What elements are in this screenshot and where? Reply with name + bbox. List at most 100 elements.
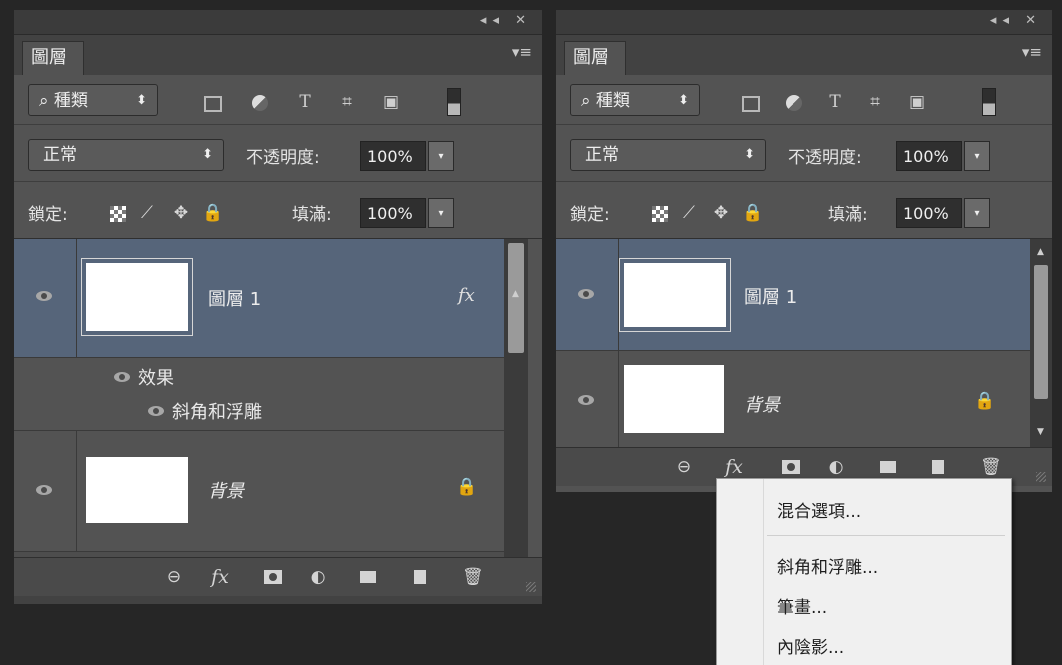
delete-layer-icon[interactable]: 🗑	[980, 457, 1002, 477]
adjustment-layer-icon[interactable]: ◐	[826, 457, 846, 477]
new-layer-icon[interactable]	[414, 570, 426, 584]
lock-image-pixels-icon[interactable]: ⟋	[138, 203, 156, 223]
menu-item-inner-shadow[interactable]: 內陰影...	[777, 633, 844, 658]
visibility-column	[556, 351, 619, 447]
filter-toggle[interactable]	[447, 88, 461, 116]
filter-kind-select[interactable]: ⌕ 種類 ⬍	[570, 84, 700, 116]
adjustment-filter-icon[interactable]	[252, 95, 268, 111]
visibility-column	[14, 239, 77, 357]
opacity-input[interactable]: 100%	[896, 141, 962, 171]
opacity-input[interactable]: 100%	[360, 141, 426, 171]
scrollbar-thumb[interactable]	[1034, 265, 1048, 399]
fx-button[interactable]: fx	[724, 456, 744, 478]
lock-position-icon[interactable]: ✥	[172, 203, 190, 223]
lock-transparent-pixels-icon[interactable]	[110, 206, 126, 222]
lock-transparent-pixels-icon[interactable]	[652, 206, 668, 222]
layer-thumbnail[interactable]	[619, 258, 731, 332]
menu-item-blending-options[interactable]: 混合選項...	[777, 497, 861, 522]
blend-mode-select[interactable]: 正常 ⬍	[28, 139, 224, 171]
layer-row-background[interactable]: 背景 🔒	[14, 431, 504, 552]
pixel-filter-icon[interactable]	[204, 96, 222, 112]
effects-label[interactable]: 效果	[138, 364, 174, 390]
layers-scrollbar[interactable]: ▲	[504, 239, 528, 557]
window-controls[interactable]: ◂◂ ✕	[480, 13, 532, 28]
shape-filter-icon[interactable]: ⌗	[338, 92, 356, 112]
resize-grip-icon[interactable]	[526, 582, 536, 592]
layer-name[interactable]: 圖層 1	[744, 283, 797, 309]
effect-item-bevel-emboss[interactable]: 斜角和浮雕	[172, 398, 262, 424]
lock-row: 鎖定: ⟋ ✥ 🔒 填滿: 100% ▾	[14, 182, 542, 239]
tab-row: 圖層 ▾≡	[556, 35, 1052, 75]
layer-row-layer1[interactable]: 圖層 1	[556, 239, 1030, 351]
lock-all-icon[interactable]: 🔒	[202, 203, 223, 223]
scroll-up-arrow-icon[interactable]: ▲	[1037, 247, 1044, 257]
window-controls[interactable]: ◂◂ ✕	[990, 13, 1042, 28]
blend-mode-select[interactable]: 正常 ⬍	[570, 139, 766, 171]
layer-thumbnail[interactable]	[81, 258, 193, 336]
eye-icon[interactable]	[578, 395, 594, 405]
smart-object-filter-icon[interactable]: ▣	[908, 92, 926, 112]
layer-row-background[interactable]: 背景 🔒	[556, 351, 1030, 447]
layers-bottom-bar: ⊖ fx ◐ 🗑	[14, 557, 542, 596]
layers-list[interactable]: 圖層 1 背景 🔒	[556, 239, 1030, 447]
menu-item-stroke[interactable]: 筆畫...	[777, 593, 827, 618]
layer-thumbnail[interactable]	[86, 457, 188, 523]
scroll-down-arrow-icon[interactable]: ▼	[1037, 427, 1044, 437]
lock-position-icon[interactable]: ✥	[712, 203, 730, 223]
new-group-icon[interactable]	[360, 571, 376, 583]
fx-icon[interactable]: fx	[458, 285, 475, 306]
type-filter-icon[interactable]: T	[296, 92, 314, 112]
link-layers-icon[interactable]: ⊖	[674, 457, 694, 477]
adjustment-layer-icon[interactable]: ◐	[308, 567, 328, 587]
filter-kind-select[interactable]: ⌕ 種類 ⬍	[28, 84, 158, 116]
select-arrow-icon: ⬍	[202, 147, 213, 162]
eye-icon[interactable]	[36, 485, 52, 495]
layers-scrollbar[interactable]: ▲ ▼	[1030, 239, 1052, 447]
smart-object-filter-icon[interactable]: ▣	[382, 92, 400, 112]
panel-menu-icon[interactable]: ▾≡	[1022, 43, 1042, 61]
fill-dropdown-button[interactable]: ▾	[428, 198, 454, 228]
fill-dropdown-button[interactable]: ▾	[964, 198, 990, 228]
link-layers-icon[interactable]: ⊖	[164, 567, 184, 587]
fill-input[interactable]: 100%	[896, 198, 962, 228]
tab-row: 圖層 ▾≡	[14, 35, 542, 75]
pixel-filter-icon[interactable]	[742, 96, 760, 112]
filter-kind-label: ⌕ 種類	[39, 91, 88, 111]
eye-icon[interactable]	[578, 289, 594, 299]
layer-row-layer1[interactable]: 圖層 1 fx	[14, 239, 504, 358]
add-mask-icon[interactable]	[264, 570, 282, 584]
filter-toggle[interactable]	[982, 88, 996, 116]
resize-grip-icon[interactable]	[1036, 472, 1046, 482]
eye-icon[interactable]	[114, 372, 130, 382]
delete-layer-icon[interactable]: 🗑	[462, 567, 484, 587]
lock-all-icon[interactable]: 🔒	[742, 203, 763, 223]
visibility-column	[556, 239, 619, 350]
adjustment-filter-icon[interactable]	[786, 95, 802, 111]
layer-thumbnail[interactable]	[624, 365, 724, 433]
tab-layers[interactable]: 圖層	[564, 41, 626, 75]
layer-name[interactable]: 背景	[744, 391, 780, 417]
shape-filter-icon[interactable]: ⌗	[866, 92, 884, 112]
opacity-dropdown-button[interactable]: ▾	[428, 141, 454, 171]
lock-icon: 🔒	[974, 391, 996, 411]
layer-name[interactable]: 背景	[208, 477, 244, 503]
panel-resize-bar[interactable]	[14, 596, 542, 604]
type-filter-icon[interactable]: T	[826, 92, 844, 112]
eye-icon[interactable]	[148, 406, 164, 416]
layer-name[interactable]: 圖層 1	[208, 285, 261, 311]
add-mask-icon[interactable]	[782, 460, 800, 474]
fill-input[interactable]: 100%	[360, 198, 426, 228]
lock-image-pixels-icon[interactable]: ⟋	[680, 203, 698, 223]
layers-list[interactable]: 圖層 1 fx 效果 斜角和浮雕 背景 🔒	[14, 239, 504, 557]
opacity-dropdown-button[interactable]: ▾	[964, 141, 990, 171]
panel-menu-icon[interactable]: ▾≡	[512, 43, 532, 61]
menu-item-bevel-emboss[interactable]: 斜角和浮雕...	[777, 553, 878, 578]
scroll-up-arrow-icon[interactable]: ▲	[512, 289, 519, 299]
tab-layers[interactable]: 圖層	[22, 41, 84, 75]
blend-mode-value: 正常	[585, 145, 619, 165]
eye-icon[interactable]	[36, 291, 52, 301]
blend-mode-value: 正常	[43, 145, 77, 165]
new-layer-icon[interactable]	[932, 460, 944, 474]
fx-button[interactable]: fx	[210, 566, 230, 588]
new-group-icon[interactable]	[880, 461, 896, 473]
